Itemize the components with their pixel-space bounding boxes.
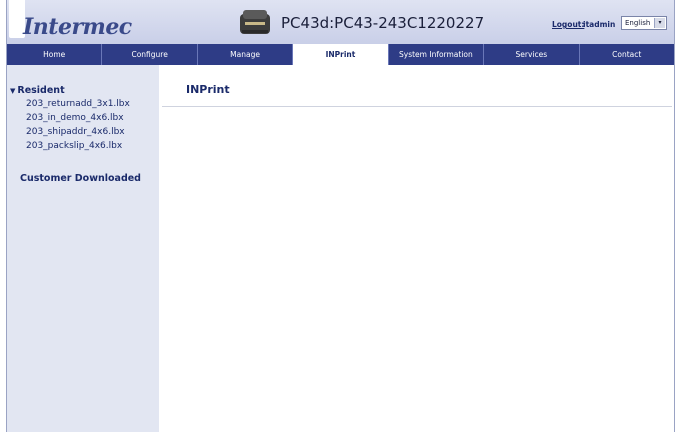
customer-downloaded-heading[interactable]: Customer Downloaded — [20, 173, 141, 184]
main-content: INPrint — [159, 65, 674, 432]
resident-heading-label: Resident — [17, 85, 65, 96]
language-select-value: English — [625, 19, 651, 27]
resident-heading[interactable]: ▼ Resident — [10, 85, 65, 96]
nav-system-information[interactable]: System Information — [389, 44, 485, 65]
nav-inprint[interactable]: INPrint — [293, 44, 389, 65]
file-item[interactable]: 203_in_demo_4x6.lbx — [26, 111, 130, 125]
triangle-down-icon: ▼ — [10, 87, 16, 95]
printer-title: PC43d:PC43-243C1220227 — [281, 14, 485, 32]
current-user: itadmin — [583, 20, 616, 29]
logo: Intermec — [23, 14, 132, 40]
file-item[interactable]: 203_returnadd_3x1.lbx — [26, 97, 130, 111]
nav-contact[interactable]: Contact — [580, 44, 674, 65]
printer-icon — [240, 10, 270, 34]
header-bar: Intermec PC43d:PC43-243C1220227 Logout: … — [7, 0, 674, 44]
nav-services[interactable]: Services — [484, 44, 580, 65]
nav-configure[interactable]: Configure — [102, 44, 198, 65]
nav-manage[interactable]: Manage — [198, 44, 294, 65]
language-select[interactable]: English ▾ — [621, 16, 667, 30]
nav-home[interactable]: Home — [7, 44, 103, 65]
page-frame: Intermec PC43d:PC43-243C1220227 Logout: … — [6, 0, 675, 432]
logout-link[interactable]: Logout: — [552, 20, 584, 29]
main-nav: Home Configure Manage INPrint System Inf… — [7, 44, 674, 65]
file-item[interactable]: 203_shipaddr_4x6.lbx — [26, 125, 130, 139]
sidebar: ▼ Resident 203_returnadd_3x1.lbx 203_in_d… — [7, 65, 159, 432]
file-item[interactable]: 203_packslip_4x6.lbx — [26, 139, 130, 153]
resident-file-list: 203_returnadd_3x1.lbx 203_in_demo_4x6.lb… — [26, 97, 130, 153]
chevron-down-icon[interactable]: ▾ — [654, 18, 665, 28]
page-title: INPrint — [186, 83, 230, 96]
title-divider — [162, 106, 672, 107]
